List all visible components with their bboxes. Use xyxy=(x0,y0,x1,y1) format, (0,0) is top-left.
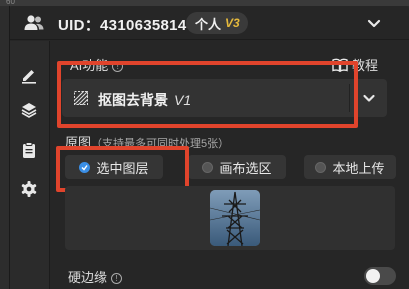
tutorial-label: 教程 xyxy=(352,58,379,73)
source-label: 原图（支持最多可同时处理5张） xyxy=(65,132,229,151)
radio-unchecked-icon xyxy=(202,161,214,173)
source-option-selected-layer[interactable]: 选中图层 xyxy=(65,155,163,179)
uid-text: UID：4310635814 xyxy=(58,17,187,34)
book-icon xyxy=(332,58,348,72)
preview-area xyxy=(65,186,395,250)
hard-edge-toggle[interactable] xyxy=(364,267,396,285)
radio-unchecked-icon xyxy=(315,161,327,173)
plugin-panel: UID：4310635814 个人 V3 AI功能 ! 教程 抠图去背景 V1 … xyxy=(10,6,409,289)
pencil-icon xyxy=(22,70,36,84)
source-option-canvas-selection[interactable]: 画布选区 xyxy=(188,155,286,179)
main-content: AI功能! 教程 抠图去背景 V1 原图（支持最多可同时处理5张） 选中图层 画… xyxy=(50,41,409,289)
panel-header: UID：4310635814 个人 V3 xyxy=(10,6,409,40)
sidebar-item-tasks[interactable] xyxy=(18,139,40,161)
gear-icon xyxy=(21,181,37,197)
ai-function-label-text: AI功能 xyxy=(70,58,109,73)
ai-function-label: AI功能! xyxy=(70,55,124,74)
source-option-label: 选中图层 xyxy=(96,160,149,176)
source-hint: （支持最多可同时处理5张） xyxy=(91,138,230,150)
chevron-down-icon[interactable] xyxy=(366,15,382,31)
hard-edge-label-text: 硬边缘 xyxy=(68,270,108,285)
ai-function-value: 抠图去背景 V1 xyxy=(98,90,191,110)
plan-badge[interactable]: 个人 V3 xyxy=(186,12,248,34)
layers-icon xyxy=(21,103,37,118)
source-option-label: 画布选区 xyxy=(219,160,272,176)
sidebar-item-edit[interactable] xyxy=(18,64,40,86)
chevron-down-icon[interactable] xyxy=(362,91,376,105)
ai-function-value-text: 抠图去背景 xyxy=(98,92,168,108)
sidebar xyxy=(10,41,50,289)
sidebar-item-layers[interactable] xyxy=(18,99,40,121)
radio-checked-icon xyxy=(79,161,91,173)
hard-edge-label: 硬边缘! xyxy=(68,267,123,286)
tutorial-link[interactable]: 教程 xyxy=(332,55,378,74)
sidebar-item-settings[interactable] xyxy=(18,178,40,200)
user-group-icon xyxy=(24,15,44,30)
info-icon[interactable]: ! xyxy=(112,61,124,72)
plan-level: V3 xyxy=(225,16,240,30)
source-label-text: 原图 xyxy=(65,135,92,150)
clipboard-icon xyxy=(23,142,35,158)
plan-label: 个人 xyxy=(195,16,222,32)
host-left-strip xyxy=(0,6,10,289)
ai-function-select[interactable]: 抠图去背景 V1 xyxy=(62,79,387,117)
striped-square-icon xyxy=(74,91,88,105)
source-option-label: 本地上传 xyxy=(332,160,385,176)
source-option-local-upload[interactable]: 本地上传 xyxy=(304,155,396,179)
ai-function-version: V1 xyxy=(174,92,192,108)
select-divider xyxy=(349,84,350,112)
toggle-knob xyxy=(366,269,380,283)
info-icon[interactable]: ! xyxy=(111,273,123,284)
thumbnail-image[interactable] xyxy=(210,190,260,246)
power-tower-image-icon xyxy=(210,190,260,246)
